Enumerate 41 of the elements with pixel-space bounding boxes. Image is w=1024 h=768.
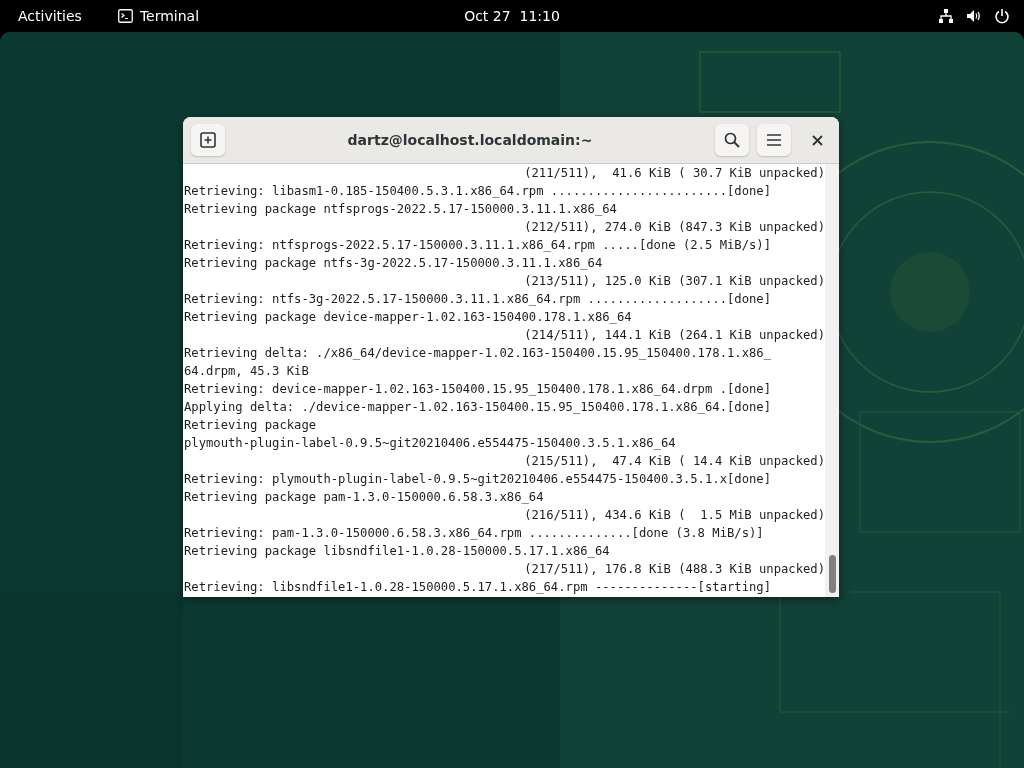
terminal-line: (215/511), 47.4 KiB ( 14.4 KiB unpacked) — [524, 453, 825, 470]
search-icon — [724, 132, 740, 148]
terminal-line: (214/511), 144.1 KiB (264.1 KiB unpacked) — [524, 327, 825, 344]
terminal-line: Retrieving: plymouth-plugin-label-0.9.5~git20210406.e554475-150400.3.5.1.x[done] — [184, 471, 771, 488]
terminal-line: Retrieving package ntfs-3g-2022.5.17-150000.3.11.1.x86_64 — [184, 255, 603, 272]
scrollbar-thumb[interactable] — [829, 555, 836, 593]
terminal-line: Retrieving package ntfsprogs-2022.5.17-150000.3.11.1.x86_64 — [184, 201, 617, 218]
terminal-line: Retrieving: pam-1.3.0-150000.6.58.3.x86_64.rpm ..............[done (3.8 MiB/s)] — [184, 525, 764, 542]
terminal-line: 64.drpm, 45.3 KiB — [184, 363, 309, 380]
network-icon[interactable] — [938, 8, 954, 24]
power-icon[interactable] — [994, 8, 1010, 24]
scrollbar[interactable] — [825, 164, 839, 597]
terminal-line: Retrieving package — [184, 417, 317, 434]
terminal-line: Retrieving: device-mapper-1.02.163-150400.15.95_150400.178.1.x86_64.drpm .[done] — [184, 381, 771, 398]
terminal-line: Retrieving package device-mapper-1.02.163-150400.178.1.x86_64 — [184, 309, 632, 326]
terminal-line: (217/511), 176.8 KiB (488.3 KiB unpacked) — [524, 561, 825, 578]
terminal-line: Retrieving package libsndfile1-1.0.28-150000.5.17.1.x86_64 — [184, 543, 610, 560]
terminal-line: (212/511), 274.0 KiB (847.3 KiB unpacked) — [524, 219, 825, 236]
app-menu-label[interactable]: Terminal — [139, 8, 200, 24]
terminal-line: Retrieving: libasm1-0.185-150400.5.3.1.x86_64.rpm ........................[done] — [184, 183, 771, 200]
terminal-icon — [117, 9, 133, 23]
new-tab-button[interactable] — [191, 124, 225, 156]
terminal-line: (213/511), 125.0 KiB (307.1 KiB unpacked) — [524, 273, 825, 290]
terminal-line: Retrieving: ntfs-3g-2022.5.17-150000.3.11.1.x86_64.rpm ...................[done] — [184, 291, 771, 308]
window-title: dartz@localhost.localdomain:~ — [346, 132, 594, 148]
terminal-line: (211/511), 41.6 KiB ( 30.7 KiB unpacked) — [524, 165, 825, 182]
terminal-line: Retrieving: ntfsprogs-2022.5.17-150000.3.11.1.x86_64.rpm .....[done (2.5 MiB/s)] — [184, 237, 771, 254]
close-icon — [811, 134, 823, 146]
terminal-line: Retrieving: libsndfile1-1.0.28-150000.5.17.1.x86_64.rpm --------------[starting] — [184, 579, 771, 596]
terminal-line: Retrieving delta: ./x86_64/device-mapper-1.02.163-150400.15.95_150400.178.1.x86_ — [184, 345, 771, 362]
plus-icon — [200, 132, 216, 148]
search-button[interactable] — [715, 124, 749, 156]
clock[interactable]: Oct 27 11:10 — [464, 8, 560, 24]
terminal-line: (216/511), 434.6 KiB ( 1.5 MiB unpacked) — [524, 507, 825, 524]
menu-icon — [766, 132, 782, 148]
menu-button[interactable] — [757, 124, 791, 156]
terminal-line: Retrieving package pam-1.3.0-150000.6.58.3.x86_64 — [184, 489, 544, 506]
terminal-line: plymouth-plugin-label-0.9.5~git20210406.e554475-150400.3.5.1.x86_64 — [184, 435, 676, 452]
terminal-line: Applying delta: ./device-mapper-1.02.163-150400.15.95_150400.178.1.x86_64.[done] — [184, 399, 771, 416]
activities-button[interactable]: Activities — [0, 8, 100, 24]
volume-icon[interactable] — [966, 8, 982, 24]
